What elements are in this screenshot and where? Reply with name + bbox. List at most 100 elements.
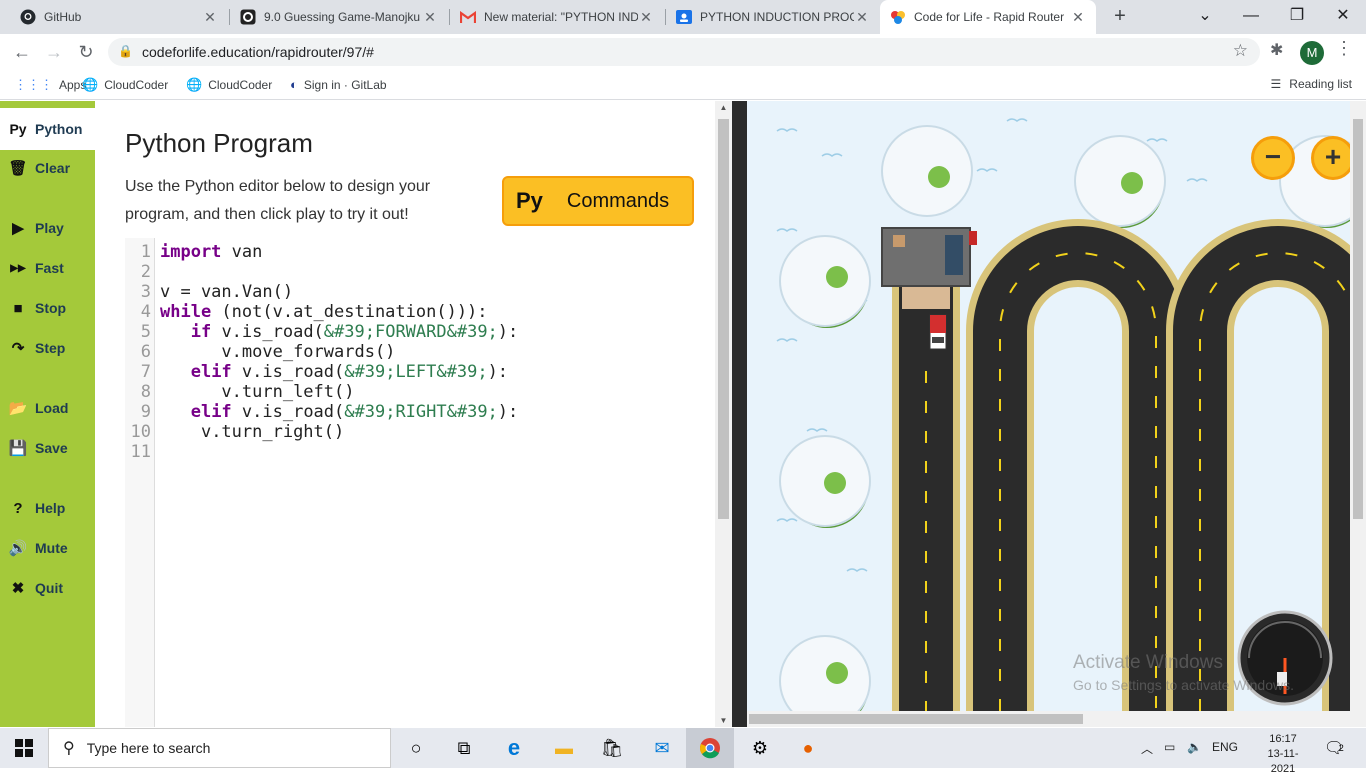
code-line[interactable]: 9 elif v.is_road(&#39;RIGHT&#39;): [125, 402, 685, 422]
sidebar-item-python[interactable]: Py Python [0, 108, 95, 150]
extensions-icon[interactable]: ✱ [1270, 40, 1283, 60]
taskbar-search[interactable]: ⚲ Type here to search [48, 728, 391, 768]
code-line[interactable]: 5 if v.is_road(&#39;FORWARD&#39;): [125, 322, 685, 342]
code-token: elif [190, 402, 232, 422]
code-line[interactable]: 7 elif v.is_road(&#39;LEFT&#39;): [125, 362, 685, 382]
url-text[interactable]: codeforlife.education/rapidrouter/97/# [142, 44, 374, 60]
game-sidebar: Py Python 🗑 Clear ▶ Play ▶▶ Fast ■ Stop … [0, 101, 95, 727]
tab-search-icon[interactable]: ⌄ [1182, 0, 1228, 34]
code-line[interactable]: 1 import van [125, 242, 685, 262]
sidebar-item-load[interactable]: 📂 Load [0, 388, 95, 428]
minimize-button[interactable]: — [1228, 0, 1274, 34]
sidebar-item-save[interactable]: 💾 Save [0, 428, 95, 468]
commands-button[interactable]: Py Commands [502, 176, 694, 226]
store-icon[interactable]: 🛍 [588, 728, 636, 768]
close-icon[interactable]: ✕ [422, 9, 438, 26]
tab-github[interactable]: GitHub ✕ [10, 0, 228, 34]
mail-icon[interactable]: ✉ [638, 728, 686, 768]
profile-avatar[interactable]: M [1300, 41, 1324, 65]
line-number: 5 [140, 322, 151, 342]
close-icon[interactable]: ✕ [638, 9, 654, 26]
code-text: v.turn_right() [160, 422, 344, 442]
zoom-in-button[interactable]: + [1311, 136, 1355, 180]
close-icon[interactable]: ✕ [1070, 9, 1086, 26]
code-token: ): [497, 402, 519, 422]
firefox-icon[interactable]: ● [784, 728, 832, 768]
tab-strip: GitHub ✕ 9.0 Guessing Game-Manojku ✕ New… [0, 0, 1366, 34]
edge-icon[interactable]: e [490, 728, 538, 768]
chrome-icon[interactable] [686, 728, 734, 768]
scrollbar-thumb[interactable] [718, 119, 729, 519]
snow-tree [881, 125, 973, 217]
volume-icon[interactable]: 🔈 [1187, 740, 1202, 754]
sidebar-item-fast[interactable]: ▶▶ Fast [0, 248, 95, 288]
reading-list-icon: ☰ [1270, 77, 1282, 91]
code-line[interactable]: 3 v = van.Van() [125, 282, 685, 302]
python-icon: Py [516, 188, 543, 213]
tab-gmail[interactable]: New material: "PYTHON IND ✕ [450, 0, 664, 34]
sidebar-item-stop[interactable]: ■ Stop [0, 288, 95, 328]
task-view-icon[interactable]: ⧉ [440, 728, 488, 768]
scrollbar-thumb[interactable] [749, 714, 1083, 724]
address-bar[interactable]: 🔒 codeforlife.education/rapidrouter/97/#… [108, 38, 1260, 66]
network-icon[interactable]: ▭ [1164, 740, 1175, 754]
sidebar-item-quit[interactable]: ✖ Quit [0, 568, 95, 608]
cortana-icon[interactable]: ○ [392, 728, 440, 768]
scrollbar-thumb[interactable] [1353, 119, 1363, 519]
zoom-out-button[interactable]: − [1251, 136, 1295, 180]
code-text: while (not(v.at_destination())): [160, 302, 488, 322]
start-button[interactable] [0, 728, 48, 768]
code-line[interactable]: 6 v.move_forwards() [125, 342, 685, 362]
game-horizontal-scrollbar[interactable] [747, 711, 1352, 727]
bookmark-cloudcoder-1[interactable]: 🌐 CloudCoder [82, 77, 168, 93]
forward-button[interactable]: → [42, 40, 66, 64]
sidebar-item-step[interactable]: ↷ Step [0, 328, 95, 368]
bookmark-gitlab[interactable]: ◐ Sign in · GitLab [290, 77, 387, 92]
reload-button[interactable]: ↻ [74, 40, 98, 64]
menu-icon[interactable]: ⋮ [1335, 38, 1353, 59]
language-indicator[interactable]: ENG [1212, 740, 1238, 754]
code-token: ): [497, 322, 519, 342]
gitlab-icon: ◐ [290, 77, 298, 92]
game-canvas[interactable]: − + [747, 101, 1366, 711]
new-tab-button[interactable]: + [1108, 5, 1132, 29]
back-button[interactable]: ← [10, 40, 34, 64]
panel-divider[interactable] [732, 101, 747, 727]
scroll-up-icon[interactable]: ▲ [715, 103, 732, 112]
browser-toolbar: ← → ↻ 🔒 codeforlife.education/rapidroute… [0, 34, 1366, 70]
line-number: 10 [130, 422, 151, 442]
code-token: &#39;LEFT&#39; [344, 362, 488, 382]
sidebar-item-mute[interactable]: 🔊 Mute [0, 528, 95, 568]
scroll-down-icon[interactable]: ▼ [715, 716, 732, 725]
settings-gear-icon[interactable]: ⚙ [736, 728, 784, 768]
sidebar-item-play[interactable]: ▶ Play [0, 208, 95, 248]
file-explorer-icon[interactable]: ▬ [540, 728, 588, 768]
code-line[interactable]: 2 [125, 262, 685, 282]
code-line[interactable]: 11 [125, 442, 685, 462]
code-line[interactable]: 4 while (not(v.at_destination())): [125, 302, 685, 322]
tab-classroom[interactable]: PYTHON INDUCTION PROGR ✕ [666, 0, 880, 34]
close-window-button[interactable]: ✕ [1320, 0, 1366, 34]
tray-chevron-icon[interactable]: ︿ [1141, 740, 1153, 757]
line-number: 6 [140, 342, 151, 362]
code-line[interactable]: 10 v.turn_right() [125, 422, 685, 442]
code-token: v.is_road( [211, 322, 324, 342]
code-editor[interactable]: 1 import van 2 3 v = van.Van() 4 while (not(v.… [125, 238, 715, 727]
bookmark-apps[interactable]: ⋮⋮⋮ Apps [14, 77, 86, 93]
taskbar-clock[interactable]: 16:17 13-11-2021 [1258, 732, 1308, 777]
notification-center[interactable]: 🗨 2 [1324, 738, 1354, 758]
game-vertical-scrollbar[interactable] [1350, 101, 1366, 727]
close-icon[interactable]: ✕ [202, 9, 218, 26]
bookmark-star-icon[interactable]: ☆ [1233, 41, 1248, 61]
reading-list-button[interactable]: ☰ Reading list [1271, 77, 1352, 91]
sidebar-item-help[interactable]: ? Help [0, 488, 95, 528]
close-icon[interactable]: ✕ [854, 9, 870, 26]
tab-rapid-router[interactable]: Code for Life - Rapid Router ✕ [880, 0, 1096, 34]
sidebar-item-clear[interactable]: 🗑 Clear [0, 148, 95, 188]
restore-button[interactable]: ❐ [1274, 0, 1320, 34]
sidebar-item-label: Step [35, 340, 66, 356]
bookmark-cloudcoder-2[interactable]: 🌐 CloudCoder [186, 77, 272, 93]
panel-scrollbar[interactable]: ▲ ▼ [715, 101, 732, 727]
tab-guessing-game[interactable]: 9.0 Guessing Game-Manojku ✕ [230, 0, 448, 34]
code-line[interactable]: 8 v.turn_left() [125, 382, 685, 402]
